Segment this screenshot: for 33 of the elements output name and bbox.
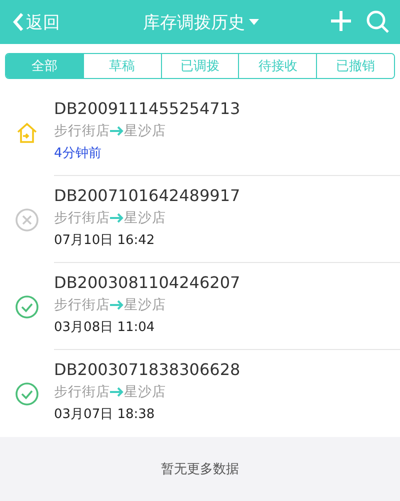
transfer-time: 03月07日 18:38 bbox=[54, 406, 156, 423]
caret-icon bbox=[249, 19, 259, 25]
cancel-icon bbox=[15, 208, 39, 232]
add-button[interactable] bbox=[330, 10, 352, 34]
filter-tab[interactable]: 全部 bbox=[6, 54, 83, 78]
target-store: 星沙店 bbox=[124, 383, 166, 401]
source-store: 步行街店 bbox=[54, 209, 110, 227]
filter-tab[interactable]: 已撤销 bbox=[316, 54, 394, 78]
transfer-time: 03月08日 11:04 bbox=[54, 319, 156, 336]
title-dropdown[interactable]: 库存调拨历史 bbox=[122, 10, 280, 34]
target-store: 星沙店 bbox=[124, 209, 166, 227]
source-store: 步行街店 bbox=[54, 383, 110, 401]
back-button[interactable]: 返回 bbox=[12, 10, 122, 34]
search-button[interactable] bbox=[366, 10, 390, 34]
house-icon bbox=[15, 120, 39, 144]
transfer-time: 07月10日 16:42 bbox=[54, 232, 156, 249]
arrow-right-icon bbox=[110, 213, 124, 223]
transfer-number: DB2003081104246207 bbox=[54, 273, 242, 292]
check-circle-icon bbox=[15, 294, 39, 318]
target-store: 星沙店 bbox=[124, 122, 166, 140]
chevron-left-icon bbox=[12, 12, 24, 32]
transfer-time: 4分钟前 bbox=[54, 145, 102, 162]
source-store: 步行街店 bbox=[54, 296, 110, 314]
transfer-number: DB2009111455254713 bbox=[54, 99, 242, 118]
check-circle-icon bbox=[15, 382, 39, 406]
no-more-data-text: 暂无更多数据 bbox=[161, 461, 239, 478]
target-store: 星沙店 bbox=[124, 296, 166, 314]
transfer-number: DB2007101642489917 bbox=[54, 186, 242, 205]
transfer-number: DB2003071838306628 bbox=[54, 360, 242, 379]
arrow-right-icon bbox=[110, 300, 124, 310]
arrow-right-icon bbox=[110, 126, 124, 136]
source-store: 步行街店 bbox=[54, 122, 110, 140]
arrow-right-icon bbox=[110, 387, 124, 397]
